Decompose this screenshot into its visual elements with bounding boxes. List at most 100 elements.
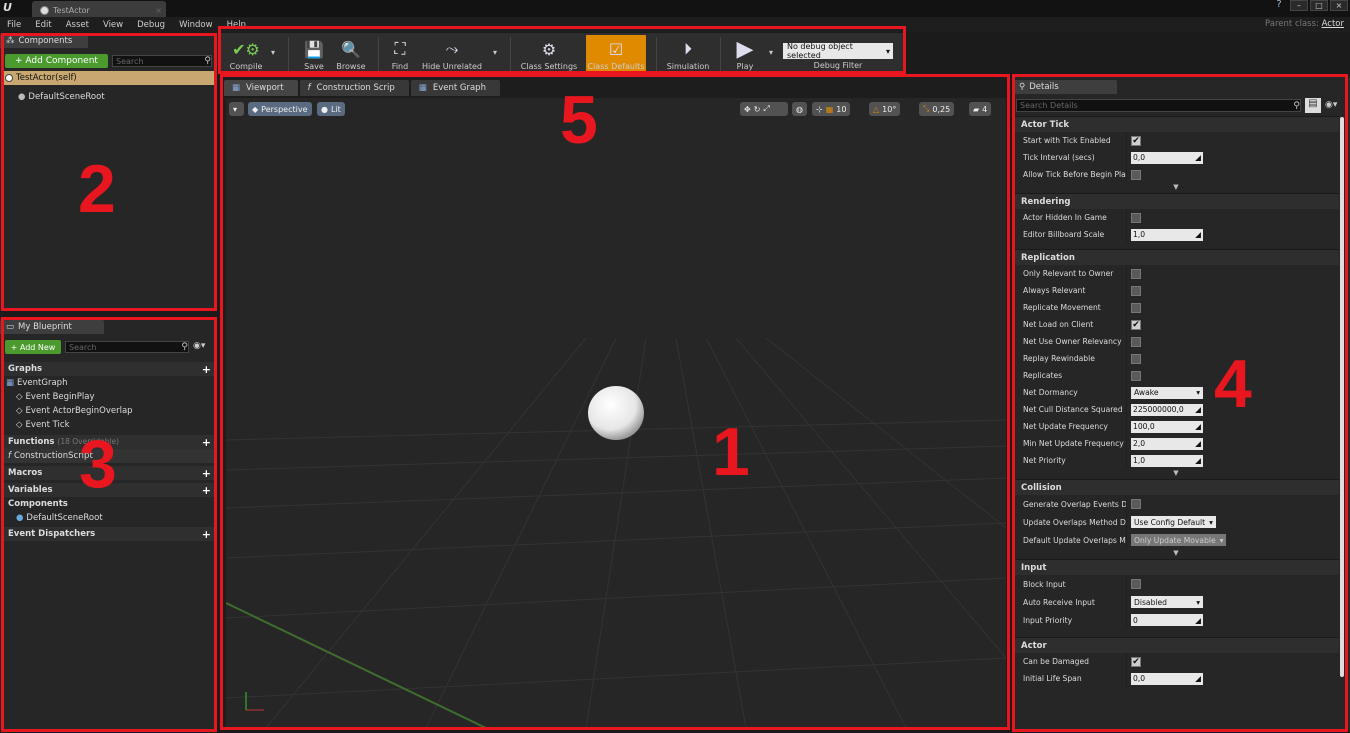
menu-edit[interactable]: Edit bbox=[28, 20, 58, 30]
menu-debug[interactable]: Debug bbox=[130, 20, 172, 30]
tree-item-event-actorbeginoverlap[interactable]: ◇ Event ActorBeginOverlap bbox=[2, 404, 215, 418]
debug-object-select[interactable]: No debug object selected ▾ bbox=[783, 42, 893, 60]
tree-item-eventgraph[interactable]: ▦ EventGraph bbox=[2, 376, 215, 390]
blueprint-search-input[interactable]: Search ⚲ bbox=[65, 341, 189, 353]
scale-snap-toggle[interactable]: ⤡ 0,25 bbox=[919, 102, 955, 116]
add-dispatcher-icon[interactable]: + bbox=[202, 528, 211, 541]
components-search-input[interactable]: Search ⚲ bbox=[112, 55, 212, 67]
compile-options-dropdown[interactable]: ▾ bbox=[268, 35, 278, 73]
section-actor-tick[interactable]: Actor Tick bbox=[1013, 116, 1339, 132]
viewport-scene[interactable]: ▾ ◆ Perspective ● Lit ✥ ↻ ⤢ ◍ ⊹ ▦ 10 △ 1… bbox=[226, 98, 1006, 728]
parent-class-link[interactable]: Actor bbox=[1322, 19, 1344, 29]
close-button[interactable]: × bbox=[1330, 0, 1348, 11]
add-graph-icon[interactable]: + bbox=[202, 363, 211, 376]
add-new-button[interactable]: + Add New bbox=[5, 340, 61, 354]
expand-advanced-icon[interactable]: ▼ bbox=[1013, 183, 1339, 191]
section-collision[interactable]: Collision bbox=[1013, 479, 1339, 495]
help-icon[interactable]: ? bbox=[1270, 0, 1288, 11]
tick-interval-input[interactable]: 0,0 ◢ bbox=[1131, 151, 1203, 164]
tab-construction-script[interactable]: f Construction Scrip bbox=[299, 80, 409, 96]
billboard-scale-input[interactable]: 1,0 ◢ bbox=[1131, 228, 1203, 241]
camera-speed-button[interactable]: ▰ 4 bbox=[969, 102, 992, 116]
expand-advanced-icon[interactable]: ▼ bbox=[1013, 549, 1339, 557]
close-icon[interactable]: × bbox=[155, 6, 162, 15]
generate-overlap-checkbox[interactable] bbox=[1131, 499, 1141, 509]
transform-tools[interactable]: ✥ ↻ ⤢ bbox=[740, 102, 788, 116]
menu-window[interactable]: Window bbox=[172, 20, 220, 30]
net-priority-input[interactable]: 1,0 ◢ bbox=[1131, 454, 1203, 467]
always-relevant-checkbox[interactable] bbox=[1131, 285, 1141, 296]
component-root-row[interactable]: TestActor(self) bbox=[2, 71, 215, 85]
hidden-in-game-checkbox[interactable] bbox=[1131, 212, 1141, 223]
eye-icon[interactable]: ◉▾ bbox=[1325, 100, 1337, 110]
tab-details[interactable]: ⚲ Details bbox=[1013, 80, 1117, 94]
maximize-button[interactable]: □ bbox=[1310, 0, 1328, 11]
tree-item-default-scene-root[interactable]: ● DefaultSceneRoot bbox=[2, 511, 215, 525]
scale-icon[interactable]: ⤢ bbox=[763, 104, 769, 114]
life-span-input[interactable]: 0,0 ◢ bbox=[1131, 672, 1203, 685]
update-frequency-input[interactable]: 100,0 ◢ bbox=[1131, 420, 1203, 433]
class-settings-button[interactable]: ⚙ Class Settings bbox=[518, 35, 580, 73]
tab-my-blueprint[interactable]: ▭ My Blueprint bbox=[0, 320, 104, 334]
min-update-frequency-input[interactable]: 2,0 ◢ bbox=[1131, 437, 1203, 450]
compile-button[interactable]: ✔⚙ Compile bbox=[226, 35, 266, 73]
input-priority-input[interactable]: 0 ◢ bbox=[1131, 614, 1203, 626]
save-button[interactable]: 💾 Save bbox=[298, 35, 330, 73]
hide-unrelated-dropdown[interactable]: ▾ bbox=[490, 35, 500, 73]
auto-receive-select[interactable]: Disabled ▾ bbox=[1131, 596, 1203, 608]
block-input-checkbox[interactable] bbox=[1131, 579, 1141, 589]
class-defaults-button[interactable]: ☑ Class Defaults bbox=[586, 35, 646, 73]
section-graphs[interactable]: Graphs + bbox=[2, 362, 215, 376]
browse-button[interactable]: 🔍 Browse bbox=[332, 35, 370, 73]
rotate-icon[interactable]: ↻ bbox=[754, 105, 761, 114]
menu-asset[interactable]: Asset bbox=[59, 20, 96, 30]
section-input[interactable]: Input bbox=[1013, 559, 1339, 575]
property-matrix-icon[interactable]: ▤ bbox=[1305, 98, 1321, 113]
world-local-toggle[interactable]: ◍ bbox=[792, 102, 807, 116]
replay-rewindable-checkbox[interactable] bbox=[1131, 353, 1141, 364]
net-load-checkbox[interactable]: ✔ bbox=[1131, 319, 1141, 330]
details-scrollbar[interactable] bbox=[1340, 117, 1344, 677]
dormancy-select[interactable]: Awake ▾ bbox=[1131, 386, 1203, 399]
expand-advanced-icon[interactable]: ▼ bbox=[1013, 469, 1339, 477]
simulation-button[interactable]: ⏵ Simulation bbox=[664, 35, 712, 73]
section-actor[interactable]: Actor bbox=[1013, 637, 1339, 653]
update-overlaps-select[interactable]: Use Config Default ▾ bbox=[1131, 516, 1216, 528]
minimize-button[interactable]: – bbox=[1290, 0, 1308, 11]
rotation-snap-toggle[interactable]: △ 10° bbox=[869, 102, 901, 116]
start-tick-checkbox[interactable]: ✔ bbox=[1131, 135, 1141, 146]
menu-help[interactable]: Help bbox=[220, 20, 253, 30]
tab-components[interactable]: ⁂ Components bbox=[0, 34, 89, 48]
replicates-checkbox[interactable] bbox=[1131, 370, 1141, 381]
add-variable-icon[interactable]: + bbox=[202, 484, 211, 497]
only-relevant-checkbox[interactable] bbox=[1131, 268, 1141, 279]
allow-tick-checkbox[interactable] bbox=[1131, 169, 1141, 180]
viewport-options-dropdown[interactable]: ▾ bbox=[229, 102, 244, 116]
cull-distance-input[interactable]: 225000000,0 ◢ bbox=[1131, 403, 1203, 416]
component-default-scene-root[interactable]: ● DefaultSceneRoot bbox=[18, 92, 105, 102]
tab-event-graph[interactable]: ▦ Event Graph bbox=[410, 80, 500, 96]
details-search-input[interactable]: Search Details ⚲ bbox=[1016, 99, 1301, 112]
owner-relevancy-checkbox[interactable] bbox=[1131, 336, 1141, 347]
hide-unrelated-button[interactable]: ⤳ Hide Unrelated bbox=[420, 35, 484, 73]
play-options-dropdown[interactable]: ▾ bbox=[766, 35, 776, 73]
perspective-button[interactable]: ◆ Perspective bbox=[248, 102, 312, 116]
grid-snap-toggle[interactable]: ⊹ ▦ 10 bbox=[812, 102, 851, 116]
find-button[interactable]: ⛶ Find bbox=[384, 35, 416, 73]
add-function-icon[interactable]: + bbox=[202, 436, 211, 449]
tree-item-event-beginplay[interactable]: ◇ Event BeginPlay bbox=[2, 390, 215, 404]
menu-view[interactable]: View bbox=[96, 20, 130, 30]
add-component-button[interactable]: + Add Component bbox=[5, 54, 108, 68]
can-be-damaged-checkbox[interactable]: ✔ bbox=[1131, 656, 1141, 667]
replicate-movement-checkbox[interactable] bbox=[1131, 302, 1141, 313]
lit-button[interactable]: ● Lit bbox=[317, 102, 345, 116]
menu-file[interactable]: File bbox=[0, 20, 28, 30]
document-tab[interactable]: TestActor × bbox=[32, 1, 166, 17]
play-button[interactable]: ▶ Play bbox=[728, 35, 762, 73]
translate-icon[interactable]: ✥ bbox=[744, 105, 751, 114]
eye-icon[interactable]: ◉▾ bbox=[193, 341, 205, 351]
section-event-dispatchers[interactable]: Event Dispatchers + bbox=[2, 527, 215, 541]
section-replication[interactable]: Replication bbox=[1013, 249, 1339, 265]
tab-viewport[interactable]: ▦ Viewport bbox=[224, 80, 298, 96]
section-rendering[interactable]: Rendering bbox=[1013, 193, 1339, 209]
